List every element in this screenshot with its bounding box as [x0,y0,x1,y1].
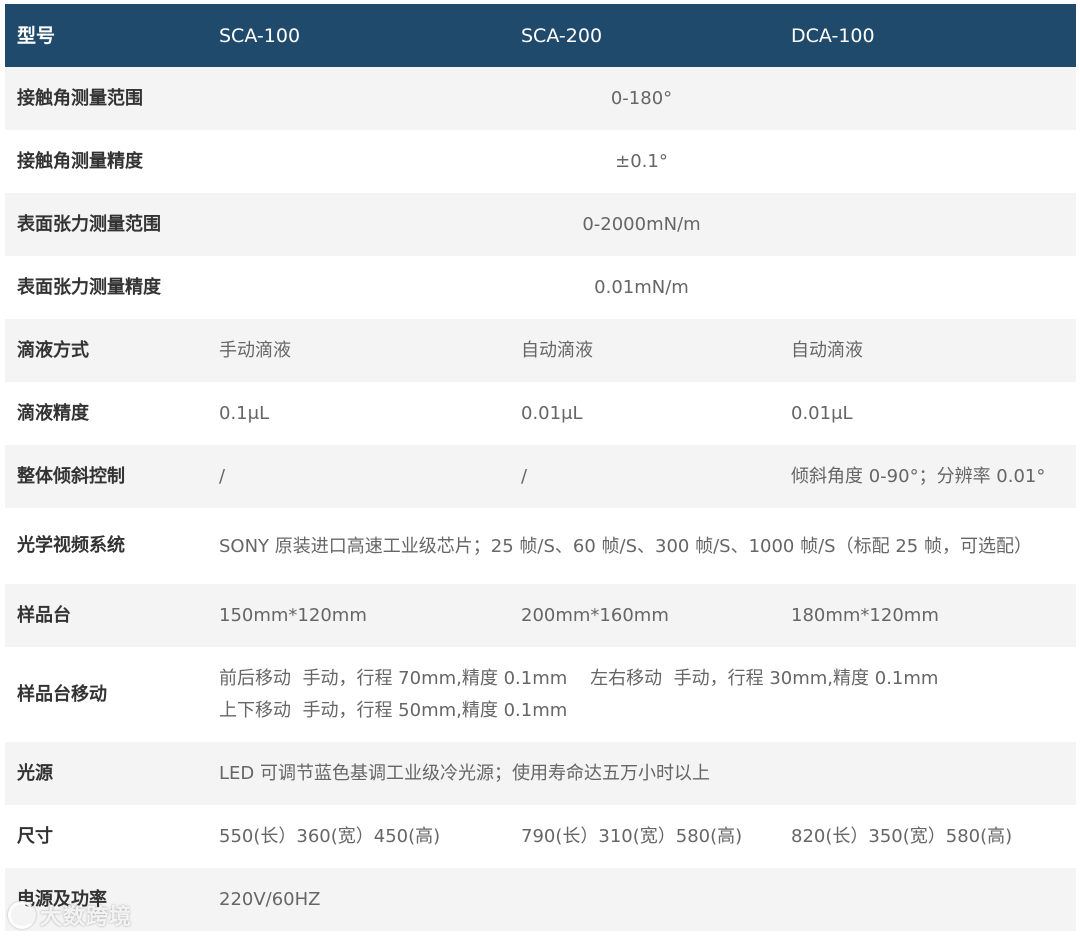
row-value-sca-100: 550(长）360(宽）450(高) [207,805,509,868]
watermark-logo-icon [8,901,36,929]
row-value-line-2: 上下移动 手动，行程 50mm,精度 0.1mm [219,699,568,721]
row-label: 表面张力测量精度 [5,256,207,319]
table-row: 表面张力测量范围 0-2000mN/m [5,193,1076,256]
row-value: 0-180° [207,67,1076,130]
row-label: 整体倾斜控制 [5,445,207,508]
row-label: 样品台移动 [5,647,207,742]
watermark: 大数跨境 [8,899,132,931]
table-row: 样品台移动 前后移动 手动，行程 70mm,精度 0.1mm 左右移动 手动，行… [5,647,1076,742]
row-value-sca-200: / [509,445,779,508]
row-value: LED 可调节蓝色基调工业级冷光源；使用寿命达五万小时以上 [207,742,1076,805]
row-label: 尺寸 [5,805,207,868]
row-value-sca-200: 自动滴液 [509,319,779,382]
row-value: SONY 原装进口高速工业级芯片；25 帧/S、60 帧/S、300 帧/S、1… [207,508,1076,584]
table-row: 整体倾斜控制 / / 倾斜角度 0-90°；分辨率 0.01° [5,445,1076,508]
row-label: 滴液精度 [5,382,207,445]
row-value-sca-100: / [207,445,509,508]
table-row: 接触角测量范围 0-180° [5,67,1076,130]
watermark-text: 大数跨境 [40,905,133,930]
row-label: 接触角测量范围 [5,67,207,130]
table-row: 样品台 150mm*120mm 200mm*160mm 180mm*120mm [5,584,1076,647]
row-label: 接触角测量精度 [5,130,207,193]
row-value: 0-2000mN/m [207,193,1076,256]
row-label: 表面张力测量范围 [5,193,207,256]
row-value-dca-100: 820(长）350(宽）580(高) [779,805,1076,868]
table-row: 光学视频系统 SONY 原装进口高速工业级芯片；25 帧/S、60 帧/S、30… [5,508,1076,584]
table-row: 表面张力测量精度 0.01mN/m [5,256,1076,319]
row-label: 滴液方式 [5,319,207,382]
row-value-dca-100: 180mm*120mm [779,584,1076,647]
row-value-sca-100: 150mm*120mm [207,584,509,647]
header-sca-200: SCA-200 [509,4,779,67]
row-value: 前后移动 手动，行程 70mm,精度 0.1mm 左右移动 手动，行程 30mm… [207,647,1076,742]
table-header-row: 型号 SCA-100 SCA-200 DCA-100 [5,4,1076,67]
table-row: 滴液方式 手动滴液 自动滴液 自动滴液 [5,319,1076,382]
table-row: 接触角测量精度 ±0.1° [5,130,1076,193]
row-value-sca-100: 0.1μL [207,382,509,445]
table-row: 光源 LED 可调节蓝色基调工业级冷光源；使用寿命达五万小时以上 [5,742,1076,805]
row-value: ±0.1° [207,130,1076,193]
row-value: 220V/60HZ [207,868,1076,931]
row-value-dca-100: 自动滴液 [779,319,1076,382]
row-value-sca-200: 200mm*160mm [509,584,779,647]
row-value-dca-100: 倾斜角度 0-90°；分辨率 0.01° [779,445,1076,508]
row-value: 0.01mN/m [207,256,1076,319]
table-row: 滴液精度 0.1μL 0.01μL 0.01μL [5,382,1076,445]
row-value-sca-200: 790(长）310(宽）580(高) [509,805,779,868]
row-value-sca-200: 0.01μL [509,382,779,445]
table-row: 尺寸 550(长）360(宽）450(高) 790(长）310(宽）580(高)… [5,805,1076,868]
header-dca-100: DCA-100 [779,4,1076,67]
header-model-label: 型号 [5,4,207,67]
row-label: 光源 [5,742,207,805]
row-label: 样品台 [5,584,207,647]
header-sca-100: SCA-100 [207,4,509,67]
row-value-line-1: 前后移动 手动，行程 70mm,精度 0.1mm 左右移动 手动，行程 30mm… [219,667,939,689]
row-value-dca-100: 0.01μL [779,382,1076,445]
table-row: 电源及功率 220V/60HZ [5,868,1076,931]
row-label: 光学视频系统 [5,508,207,584]
row-value-sca-100: 手动滴液 [207,319,509,382]
spec-table: 型号 SCA-100 SCA-200 DCA-100 接触角测量范围 0-180… [5,4,1076,931]
